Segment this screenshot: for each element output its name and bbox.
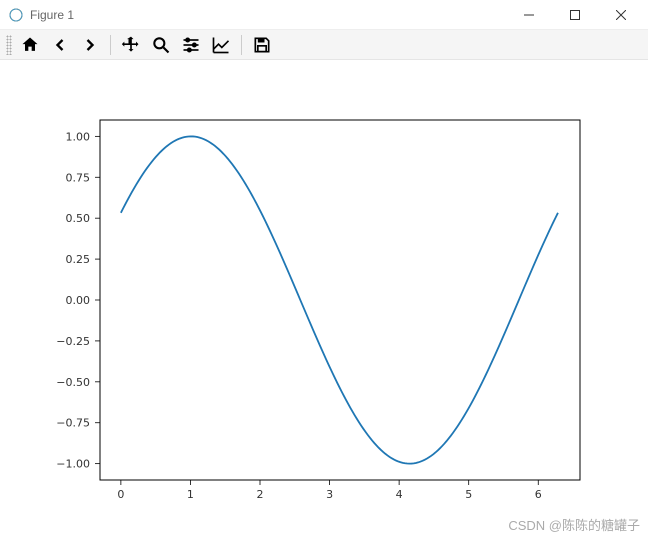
pan-button[interactable] [117,32,145,58]
ytick-label: −0.25 [56,335,90,348]
toolbar [0,30,648,60]
toolbar-grip [6,35,12,55]
window-title: Figure 1 [30,8,74,22]
ytick-label: 1.00 [66,130,91,143]
close-button[interactable] [598,0,644,30]
line-series [121,136,558,463]
back-button[interactable] [46,32,74,58]
minimize-button[interactable] [506,0,552,30]
xtick-label: 1 [187,488,194,501]
ytick-label: −1.00 [56,458,90,471]
zoom-button[interactable] [147,32,175,58]
ytick-label: 0.00 [66,294,91,307]
xtick-label: 0 [117,488,124,501]
configure-subplots-button[interactable] [177,32,205,58]
save-button[interactable] [248,32,276,58]
xtick-label: 3 [326,488,333,501]
xtick-label: 6 [535,488,542,501]
toolbar-separator [241,35,242,55]
ytick-label: −0.75 [56,417,90,430]
maximize-button[interactable] [552,0,598,30]
ytick-label: 0.25 [66,253,91,266]
titlebar: Figure 1 [0,0,648,30]
xtick-label: 5 [465,488,472,501]
edit-axes-button[interactable] [207,32,235,58]
xtick-label: 4 [396,488,403,501]
ytick-label: 0.75 [66,171,91,184]
app-icon [8,7,24,23]
home-button[interactable] [16,32,44,58]
chart-svg: 0 1 2 3 4 5 6 −1.00 −0.75 −0.50 −0.25 0.00 0.25 0.50 0… [0,60,648,540]
forward-button[interactable] [76,32,104,58]
plot-area[interactable]: 0 1 2 3 4 5 6 −1.00 −0.75 −0.50 −0.25 0.00 0.25 0.50 0… [0,60,648,540]
ytick-label: 0.50 [66,212,91,225]
toolbar-separator [110,35,111,55]
axes-spines [100,120,580,480]
xtick-label: 2 [257,488,264,501]
ytick-label: −0.50 [56,376,90,389]
